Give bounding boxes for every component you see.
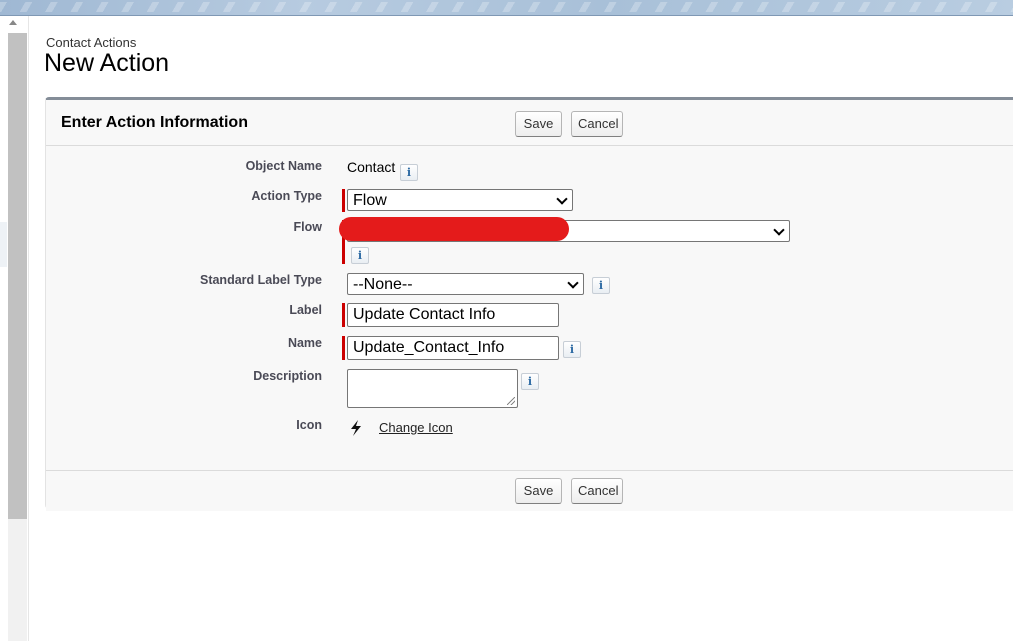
change-icon-link[interactable]: Change Icon [379,420,453,435]
icon-label: Icon [296,418,322,432]
object-name-value: Contact [347,159,396,175]
required-indicator [342,189,345,212]
description-textarea[interactable] [347,369,518,408]
standard-label-type-select[interactable]: --None-- [347,273,584,295]
info-icon[interactable]: i [592,277,610,294]
save-button-top[interactable]: Save [515,111,562,137]
required-indicator [342,303,345,327]
section-title: Enter Action Information [61,114,248,131]
name-input[interactable]: Update_Contact_Info [347,336,559,360]
action-type-value: Flow [353,192,387,209]
standard-label-type-label: Standard Label Type [199,273,322,287]
info-icon[interactable]: i [400,164,418,181]
name-field-label: Name [287,336,322,350]
flow-label: Flow [293,220,322,234]
chevron-down-icon [567,277,579,289]
resize-handle-icon[interactable] [507,397,515,405]
label-field-label: Label [289,303,322,317]
object-name-label: Object Name [245,159,322,173]
scrollbar-thumb[interactable] [8,33,27,519]
required-indicator [342,336,345,360]
standard-label-type-value: --None-- [353,276,413,293]
action-type-label: Action Type [251,189,322,203]
scroll-up-arrow-icon[interactable] [9,20,17,25]
page-title: New Action [44,49,170,77]
info-icon[interactable]: i [351,247,369,264]
breadcrumb: Contact Actions [46,35,137,50]
action-type-select[interactable]: Flow [347,189,573,211]
gutter-accent [0,222,7,267]
chevron-down-icon [773,224,785,236]
panel-footer: Save Cancel [46,470,1013,511]
label-input[interactable]: Update Contact Info [347,303,559,327]
header-banner [0,0,1013,16]
info-icon[interactable]: i [563,341,581,358]
panel-header: Enter Action Information Save Cancel [46,100,1013,146]
chevron-down-icon [556,193,568,205]
description-label: Description [253,369,322,383]
info-icon[interactable]: i [521,373,539,390]
cancel-button-top[interactable]: Cancel [571,111,623,137]
lightning-bolt-icon [351,420,361,436]
cancel-button-bottom[interactable]: Cancel [571,478,623,504]
save-button-bottom[interactable]: Save [515,478,562,504]
redaction-mark [339,217,569,241]
